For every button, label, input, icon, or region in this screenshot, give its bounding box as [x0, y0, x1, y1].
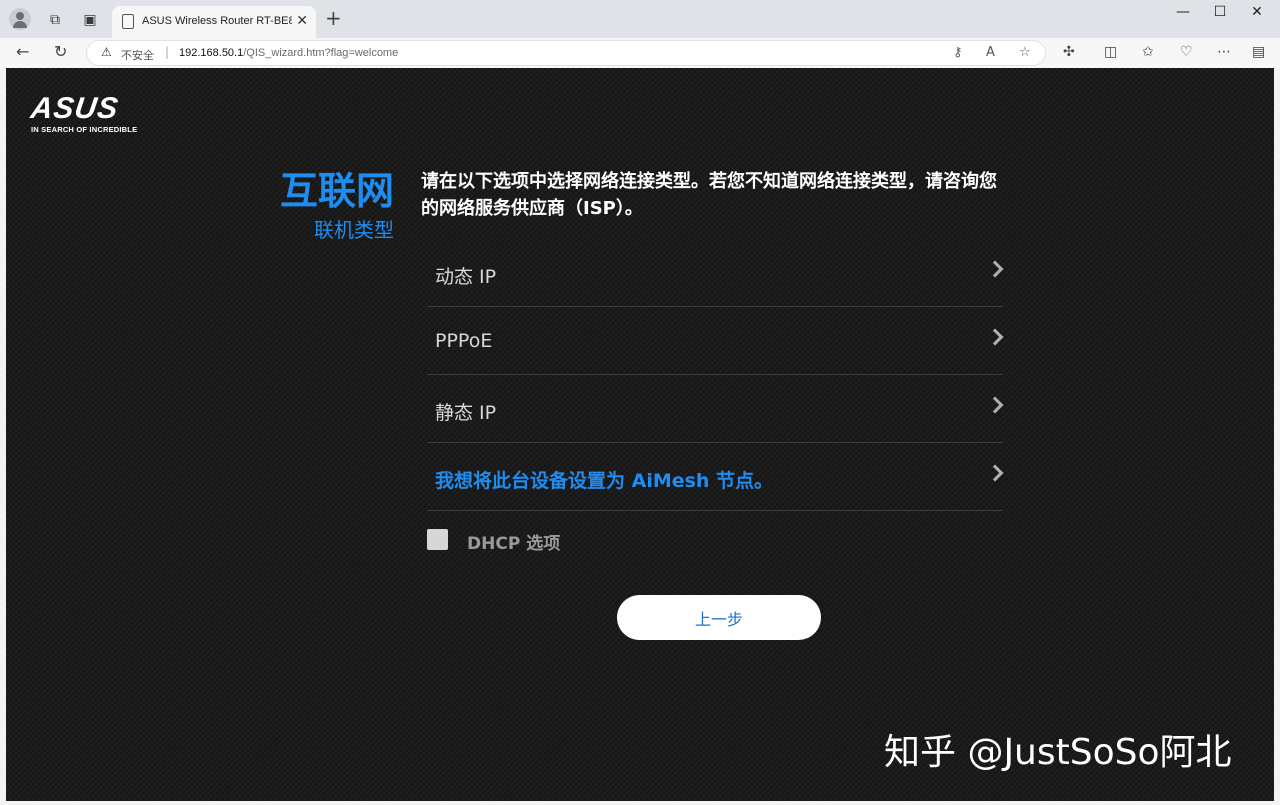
- extensions-icon[interactable]: ✣: [1063, 44, 1075, 60]
- sidebar-icon[interactable]: ▤: [1252, 44, 1265, 60]
- close-tab-icon[interactable]: ✕: [296, 13, 308, 29]
- previous-step-button[interactable]: 上一步: [617, 595, 821, 640]
- read-aloud-icon[interactable]: A: [986, 45, 995, 60]
- favorite-star-icon[interactable]: ☆: [1019, 45, 1031, 60]
- key-icon[interactable]: ⚷: [953, 45, 963, 60]
- tab-actions-icon[interactable]: ▣: [79, 9, 101, 31]
- watermark-text: 知乎 @JustSoSo阿北: [884, 732, 1232, 773]
- option-aimesh-node[interactable]: 我想将此台设备设置为 AiMesh 节点。: [427, 444, 1004, 511]
- address-toolbar: ← ↻ ⚠ 不安全 | 192.168.50.1/QIS_wizard.htm?…: [0, 38, 1280, 68]
- url-text[interactable]: 192.168.50.1/QIS_wizard.htm?flag=welcome: [179, 47, 398, 59]
- browser-tab-bar: ⧉ ▣ ASUS Wireless Router RT-BE88U ✕ + — …: [0, 0, 1280, 38]
- page-icon: [122, 14, 134, 29]
- chevron-right-icon: [986, 464, 1004, 482]
- tab-title: ASUS Wireless Router RT-BE88U: [142, 15, 292, 27]
- option-pppoe[interactable]: PPPoE: [427, 308, 1004, 375]
- page-subtitle: 联机类型: [314, 218, 394, 242]
- refresh-icon[interactable]: ↻: [54, 42, 67, 61]
- profile-avatar-icon[interactable]: [9, 8, 31, 30]
- warning-icon[interactable]: ⚠: [101, 45, 112, 59]
- favorites-icon[interactable]: ✩: [1142, 44, 1154, 60]
- security-label[interactable]: 不安全: [121, 47, 154, 63]
- chevron-right-icon: [986, 260, 1004, 278]
- browser-essentials-icon[interactable]: ♡: [1180, 44, 1193, 60]
- option-static-ip[interactable]: 静态 IP: [427, 376, 1004, 443]
- dhcp-checkbox[interactable]: [427, 529, 448, 550]
- url-path: /QIS_wizard.htm?flag=welcome: [243, 47, 399, 59]
- chevron-right-icon: [986, 328, 1004, 346]
- new-tab-button[interactable]: +: [325, 6, 342, 30]
- option-label: 我想将此台设备设置为 AiMesh 节点。: [435, 470, 774, 492]
- option-dynamic-ip[interactable]: 动态 IP: [427, 240, 1004, 307]
- dhcp-options-toggle[interactable]: DHCP 选项: [427, 528, 687, 554]
- url-bar[interactable]: ⚠ 不安全 | 192.168.50.1/QIS_wizard.htm?flag…: [86, 40, 1046, 66]
- page-title: 互联网: [279, 169, 394, 213]
- asus-logo: ASUS IN SEARCH OF INCREDIBLE: [28, 92, 141, 134]
- url-host: 192.168.50.1: [179, 47, 244, 59]
- workspaces-icon[interactable]: ⧉: [44, 9, 66, 31]
- option-label: PPPoE: [435, 330, 493, 352]
- option-label: 静态 IP: [435, 402, 497, 424]
- router-wizard-page: ASUS IN SEARCH OF INCREDIBLE 互联网 联机类型 请在…: [6, 68, 1274, 801]
- close-window-button[interactable]: ✕: [1234, 4, 1280, 20]
- url-separator: |: [165, 45, 170, 59]
- back-arrow-icon[interactable]: ←: [16, 42, 29, 61]
- more-menu-icon[interactable]: ⋯: [1217, 44, 1231, 60]
- dhcp-label: DHCP 选项: [467, 534, 561, 554]
- logo-wordmark: ASUS: [28, 92, 121, 125]
- browser-tab[interactable]: ASUS Wireless Router RT-BE88U ✕: [112, 6, 316, 38]
- option-label: 动态 IP: [435, 266, 497, 288]
- logo-tagline: IN SEARCH OF INCREDIBLE: [31, 125, 138, 134]
- split-screen-icon[interactable]: ◫: [1104, 44, 1117, 60]
- chevron-right-icon: [986, 396, 1004, 414]
- instruction-text: 请在以下选项中选择网络连接类型。若您不知道网络连接类型，请咨询您的网络服务供应商…: [421, 171, 997, 219]
